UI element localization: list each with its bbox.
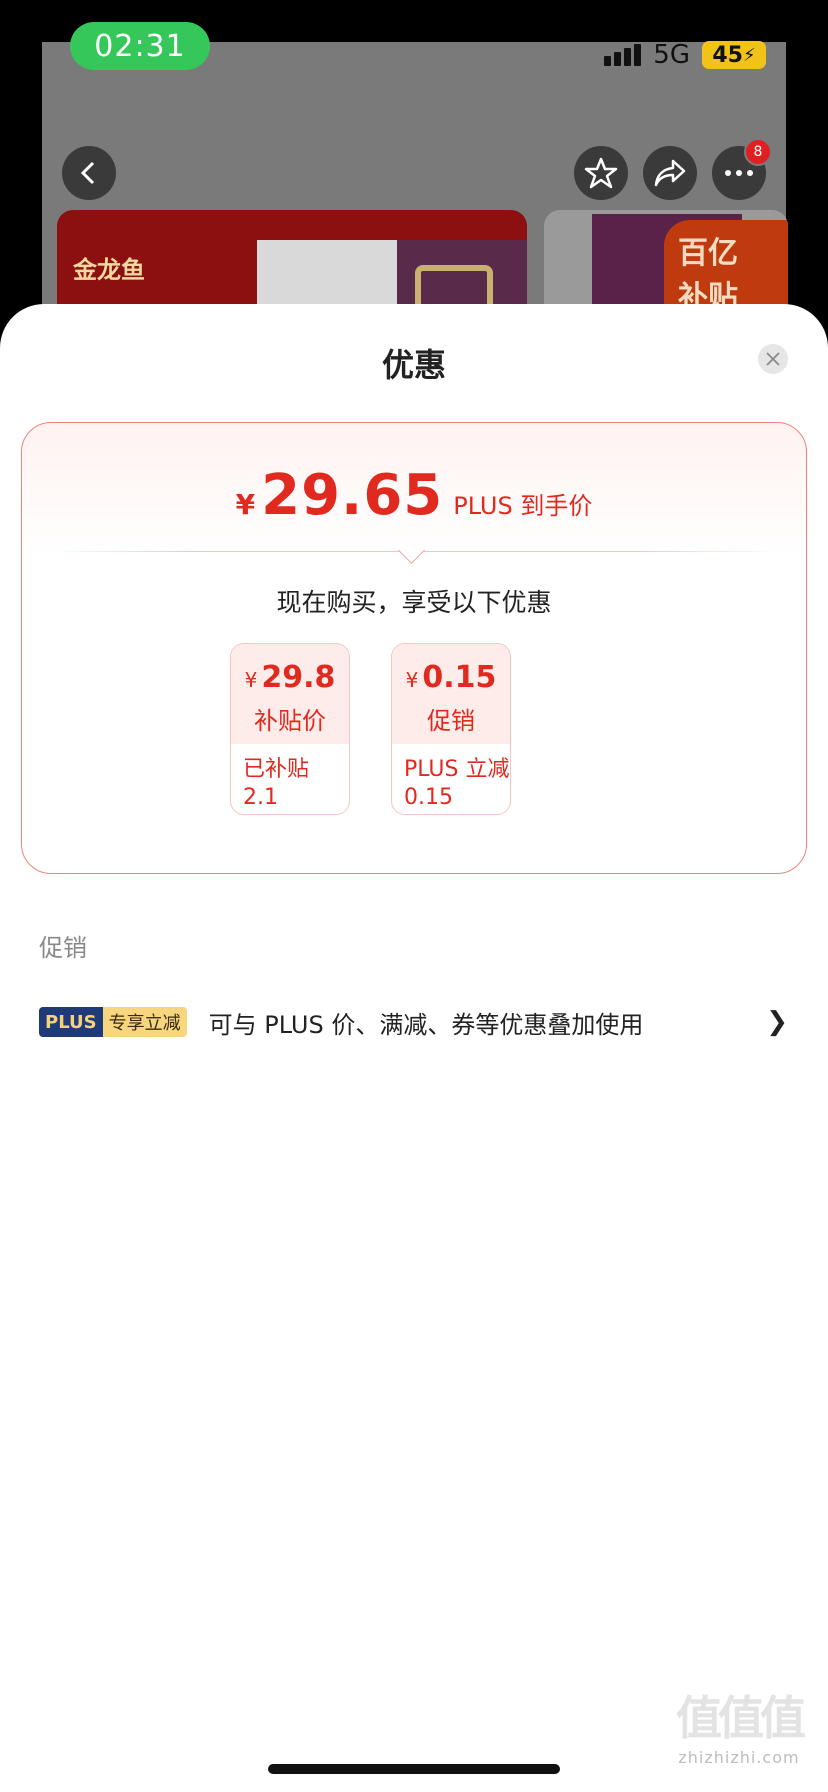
- deal-amount: 29.8: [261, 660, 336, 695]
- more-icon: [725, 170, 753, 176]
- status-bar-right: 5G 45 ⚡: [604, 40, 766, 70]
- watermark-logo: 值值值: [676, 1691, 806, 1745]
- close-icon: [766, 352, 780, 366]
- battery-icon: 45 ⚡: [702, 41, 766, 69]
- deal-currency: ¥: [244, 668, 258, 692]
- deal-card-promotion: ¥0.15 促销 PLUS 立减 0.15: [391, 643, 511, 815]
- back-button[interactable]: [62, 146, 116, 200]
- final-price: ¥ 29.65 PLUS 到手价: [22, 463, 806, 528]
- deal-label: 补贴价: [254, 707, 326, 735]
- deal-label: 促销: [427, 707, 475, 735]
- final-price-amount: 29.65: [261, 463, 444, 528]
- chevron-right-icon: ❯: [766, 1007, 788, 1037]
- discount-sheet: 优惠 ¥ 29.65 PLUS 到手价 现在购买，享受以下优惠 ¥29.8 补贴…: [0, 304, 828, 1792]
- deal-amount: 0.15: [422, 660, 497, 695]
- notification-badge: 8: [744, 138, 772, 166]
- currency-symbol: ¥: [235, 488, 256, 521]
- deal-detail-line2: 0.15: [404, 785, 453, 810]
- deal-detail-line1: PLUS 立减: [404, 757, 510, 782]
- close-button[interactable]: [758, 344, 788, 374]
- brand-logo: 金龙鱼: [73, 256, 145, 284]
- divider-notch: [398, 537, 425, 564]
- home-indicator[interactable]: [268, 1764, 560, 1774]
- plus-badge-right: 专享立减: [102, 1007, 187, 1037]
- favorite-button[interactable]: [574, 146, 628, 200]
- deal-card-subsidy: ¥29.8 补贴价 已补贴 2.1: [230, 643, 350, 815]
- share-button[interactable]: [643, 146, 697, 200]
- deal-currency: ¥: [405, 668, 419, 692]
- subsidy-tag-line1: 百亿: [678, 236, 738, 271]
- sheet-title: 优惠: [381, 346, 446, 384]
- deal-detail-line1: 已补贴: [243, 757, 310, 782]
- plus-badge: PLUS 专享立减: [39, 1007, 187, 1037]
- status-time: 02:31: [70, 22, 210, 70]
- plus-badge-left: PLUS: [39, 1007, 103, 1037]
- more-button[interactable]: 8: [712, 138, 772, 200]
- final-price-label: PLUS 到手价: [453, 492, 593, 520]
- watermark-text: zhizhizhi.com: [678, 1748, 800, 1767]
- promo-row[interactable]: PLUS 专享立减 可与 PLUS 价、满减、券等优惠叠加使用 ❯: [39, 1002, 788, 1042]
- watermark: 值值值 zhizhizhi.com: [676, 1682, 806, 1767]
- section-label-promotion: 促销: [39, 934, 87, 962]
- buy-text: 现在购买，享受以下优惠: [276, 588, 552, 617]
- star-icon: [584, 157, 618, 189]
- promo-text: 可与 PLUS 价、满减、券等优惠叠加使用: [208, 1010, 644, 1039]
- battery-level: 45: [712, 42, 743, 68]
- deal-detail-line2: 2.1: [243, 785, 278, 810]
- signal-icon: [604, 44, 642, 66]
- price-breakdown-card: ¥ 29.65 PLUS 到手价 现在购买，享受以下优惠 ¥29.8 补贴价 已…: [21, 422, 807, 874]
- network-type: 5G: [653, 40, 690, 70]
- share-icon: [654, 159, 686, 187]
- back-icon: [80, 161, 95, 185]
